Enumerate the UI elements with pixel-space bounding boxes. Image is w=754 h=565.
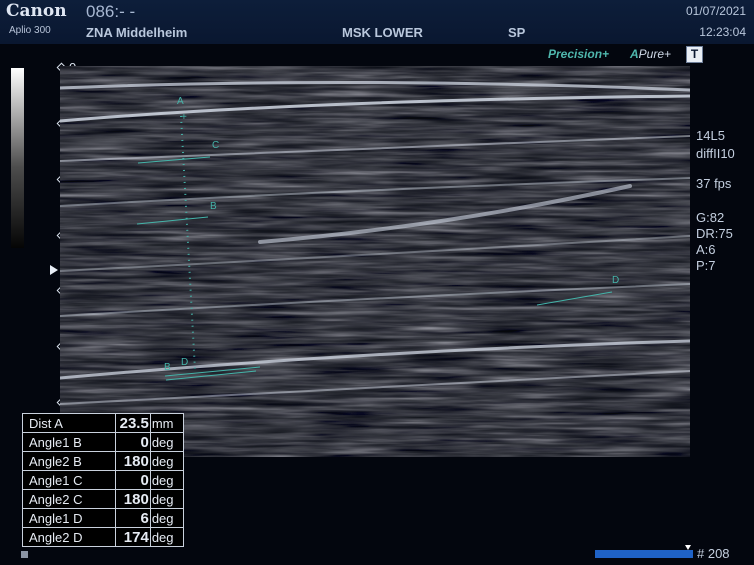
apure-mode-indicator: APure+ bbox=[630, 47, 671, 61]
measurement-unit: deg bbox=[149, 470, 185, 490]
hospital-name: ZNA Middelheim bbox=[86, 25, 188, 40]
exam-time: 12:23:04 bbox=[699, 25, 746, 39]
caliper-a-end-label: D bbox=[181, 357, 188, 368]
patient-id: 086:- - bbox=[86, 2, 136, 21]
measurement-value: 174 bbox=[114, 527, 151, 547]
cine-loop-bar[interactable] bbox=[595, 550, 693, 558]
measurement-unit: deg bbox=[149, 451, 185, 471]
exam-preset: MSK LOWER bbox=[342, 25, 423, 40]
exam-date: 01/07/2021 bbox=[685, 4, 746, 18]
measurement-value: 0 bbox=[114, 470, 151, 490]
measurement-label: Angle2 D bbox=[22, 527, 116, 547]
a-value: A:6 bbox=[696, 242, 716, 257]
apure-letter: A bbox=[630, 47, 639, 61]
measurement-row: Angle2 D 174 deg bbox=[22, 527, 185, 547]
measurement-unit: mm bbox=[149, 413, 185, 433]
p-value: P:7 bbox=[696, 258, 716, 273]
measurement-value: 180 bbox=[114, 489, 151, 509]
precision-mode-indicator: Precision+ bbox=[548, 47, 610, 61]
caliper-b-lower-label: B bbox=[164, 362, 171, 373]
scan-mode: SP bbox=[508, 25, 526, 40]
measurement-unit: deg bbox=[149, 489, 185, 509]
probe-label: 14L5 bbox=[696, 128, 725, 143]
grayscale-bar bbox=[11, 68, 24, 248]
t-badge-icon: T bbox=[686, 46, 703, 63]
caliper-b-label: B bbox=[210, 201, 217, 212]
apure-label: Pure+ bbox=[638, 47, 672, 61]
caliper-d-label: D bbox=[612, 275, 619, 286]
measurement-label: Dist A bbox=[22, 413, 116, 433]
measurement-label: Angle1 C bbox=[22, 470, 116, 490]
measurement-row: Angle2 B 180 deg bbox=[22, 451, 185, 471]
measurement-unit: deg bbox=[149, 432, 185, 452]
measurement-table: Dist A 23.5 mm Angle1 B 0 deg Angle2 B 180 deg An… bbox=[22, 413, 185, 547]
focus-arrow-icon bbox=[50, 265, 58, 275]
measurement-label: Angle1 D bbox=[22, 508, 116, 528]
header-bar: Canon Aplio 300 086:- - ZNA Middelheim M… bbox=[0, 0, 754, 44]
measurement-label: Angle1 B bbox=[22, 432, 116, 452]
measurement-row: Angle1 B 0 deg bbox=[22, 432, 185, 452]
measurement-row: Angle1 C 0 deg bbox=[22, 470, 185, 490]
dynamic-range-value: DR:75 bbox=[696, 226, 733, 241]
measurement-label: Angle2 C bbox=[22, 489, 116, 509]
measurement-label: Angle2 B bbox=[22, 451, 116, 471]
caliper-a-label: A bbox=[177, 96, 184, 107]
measurement-value: 6 bbox=[114, 508, 151, 528]
cine-position-marker-icon[interactable] bbox=[685, 545, 692, 550]
frame-rate: 37 fps bbox=[696, 176, 732, 191]
ultrasound-image: A + D C B B D bbox=[60, 66, 690, 457]
measurement-row: Dist A 23.5 mm bbox=[22, 413, 185, 433]
gain-value: G:82 bbox=[696, 210, 725, 225]
measurement-value: 23.5 bbox=[114, 413, 151, 433]
measurement-unit: deg bbox=[149, 527, 185, 547]
brand-logo: Canon bbox=[6, 1, 67, 21]
measurement-value: 0 bbox=[114, 432, 151, 452]
frame-number: # 208 bbox=[697, 546, 730, 561]
caliper-c-label: C bbox=[212, 140, 219, 151]
table-resize-handle[interactable] bbox=[21, 551, 28, 558]
measurement-value: 180 bbox=[114, 451, 151, 471]
measurement-row: Angle2 C 180 deg bbox=[22, 489, 185, 509]
measurement-row: Angle1 D 6 deg bbox=[22, 508, 185, 528]
measurement-unit: deg bbox=[149, 508, 185, 528]
caliper-a-start-icon: + bbox=[181, 112, 187, 123]
preset-code: diffII10 bbox=[696, 146, 735, 161]
device-model: Aplio 300 bbox=[9, 25, 51, 36]
